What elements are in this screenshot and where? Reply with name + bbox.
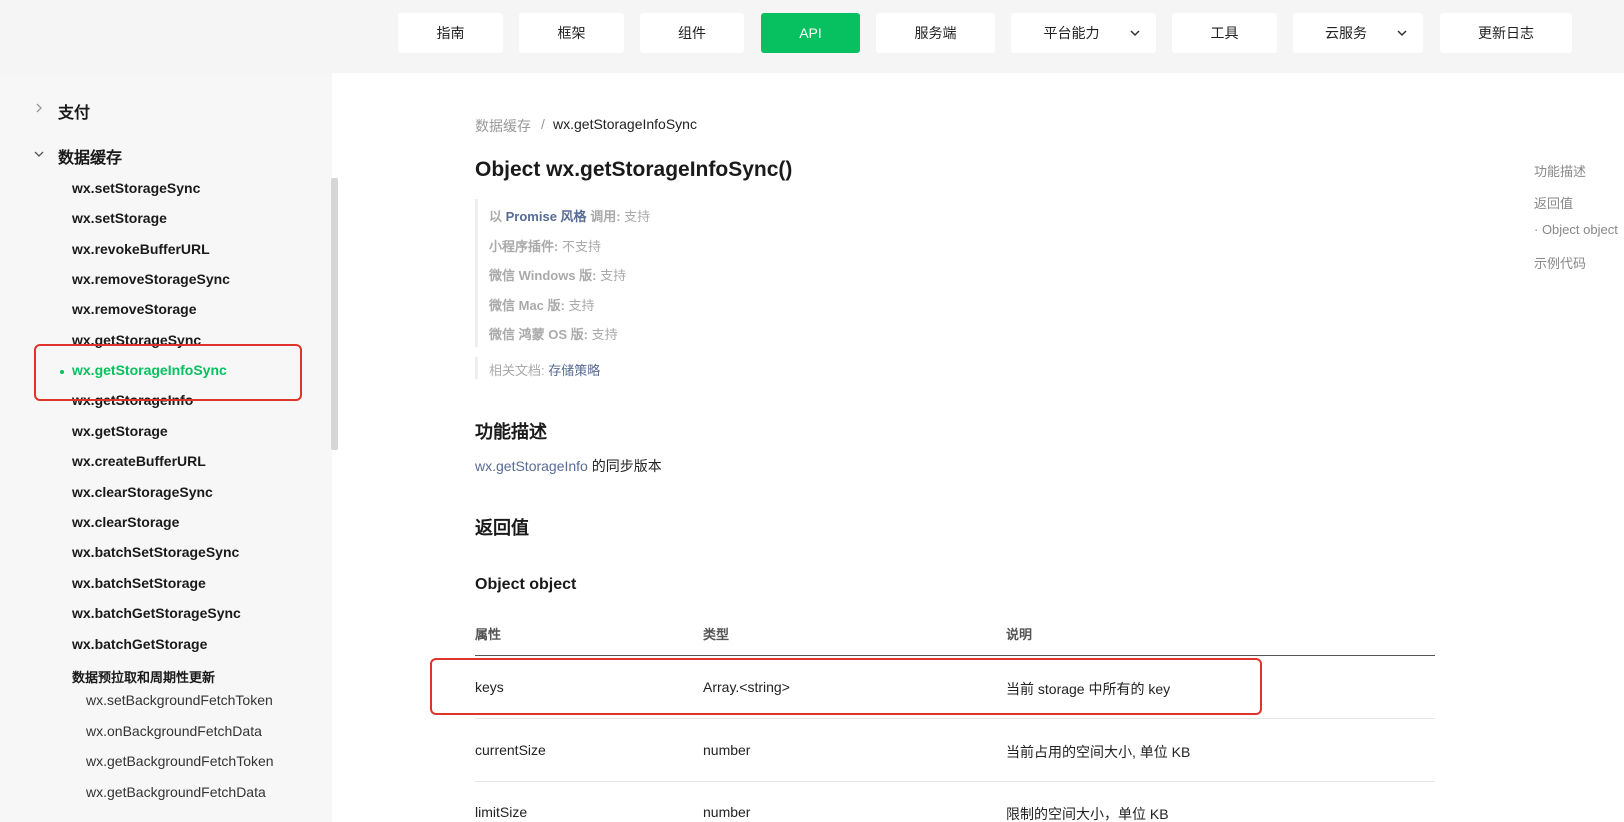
- nav-components[interactable]: 组件: [640, 13, 744, 53]
- support-windows: 微信 Windows 版: 支持: [489, 265, 626, 284]
- toc-item-example[interactable]: 示例代码: [1534, 253, 1586, 272]
- support-promise: 以 Promise 风格 调用: 支持: [489, 206, 650, 225]
- nav-cloud[interactable]: 云服务: [1293, 13, 1423, 53]
- sidebar-item-batchsetstorage[interactable]: wx.batchSetStorage: [72, 575, 206, 591]
- promise-style-link[interactable]: Promise 风格: [506, 209, 587, 224]
- support-promise-value: 支持: [624, 209, 651, 224]
- support-promise-suffix: 调用:: [590, 209, 621, 224]
- table-row-divider: [475, 781, 1435, 782]
- toc-item-return[interactable]: 返回值: [1534, 193, 1573, 212]
- sidebar-item-batchgetstorage[interactable]: wx.batchGetStorage: [72, 636, 207, 652]
- table-cell-type: number: [703, 742, 751, 758]
- breadcrumb-separator: /: [541, 116, 545, 132]
- nav-guide[interactable]: 指南: [398, 13, 503, 53]
- support-promise-prefix: 以: [489, 209, 503, 224]
- table-cell-type: number: [703, 804, 751, 820]
- related-quote-bar: [475, 357, 478, 379]
- sidebar-item-batchsetstoragesync[interactable]: wx.batchSetStorageSync: [72, 544, 239, 560]
- support-windows-label: 微信 Windows 版:: [489, 268, 597, 283]
- sidebar-subgroup-title[interactable]: 数据预拉取和周期性更新: [72, 667, 215, 686]
- top-nav: 指南 框架 组件 API 服务端 平台能力 工具 云服务 更新日志: [0, 0, 1624, 73]
- related-docs-label: 相关文档:: [489, 363, 545, 378]
- nav-cloud-label: 云服务: [1325, 25, 1367, 41]
- toc-item-object[interactable]: · Object object: [1534, 222, 1618, 237]
- sidebar-item-getstorage[interactable]: wx.getStorage: [72, 423, 168, 439]
- sidebar-item-setstoragesync[interactable]: wx.setStorageSync: [72, 180, 200, 196]
- sidebar-subitem-onbackgroundfetchdata[interactable]: wx.onBackgroundFetchData: [86, 723, 262, 739]
- sidebar-scrollbar[interactable]: [331, 178, 338, 450]
- support-harmony-value: 支持: [591, 327, 618, 342]
- chevron-down-icon: [1397, 30, 1407, 37]
- nav-framework[interactable]: 框架: [519, 13, 624, 53]
- toc-item-func[interactable]: 功能描述: [1534, 161, 1586, 180]
- func-heading: 功能描述: [475, 422, 547, 442]
- sidebar-item-removestoragesync[interactable]: wx.removeStorageSync: [72, 271, 230, 287]
- sidebar-item-clearstoragesync[interactable]: wx.clearStorageSync: [72, 484, 213, 500]
- support-harmony-label: 微信 鸿蒙 OS 版:: [489, 327, 588, 342]
- table-cell-name: limitSize: [475, 804, 528, 820]
- sidebar-subitem-setbackgroundfetchtoken[interactable]: wx.setBackgroundFetchToken: [86, 692, 273, 708]
- sidebar-section-pay[interactable]: 支付: [58, 99, 90, 123]
- sidebar-item-batchgetstoragesync[interactable]: wx.batchGetStorageSync: [72, 605, 241, 621]
- table-cell-name: currentSize: [475, 742, 546, 758]
- sidebar-item-createbufferurl[interactable]: wx.createBufferURL: [72, 453, 206, 469]
- func-text: 的同步版本: [591, 458, 662, 474]
- support-mac-label: 微信 Mac 版:: [489, 298, 565, 313]
- table-header-desc: 说明: [1006, 627, 1033, 642]
- nav-platform[interactable]: 平台能力: [1011, 13, 1156, 53]
- nav-api[interactable]: API: [761, 13, 860, 53]
- sidebar-item-clearstorage[interactable]: wx.clearStorage: [72, 514, 179, 530]
- chevron-right-icon: [36, 103, 42, 113]
- sidebar-subitem-getbackgroundfetchtoken[interactable]: wx.getBackgroundFetchToken: [86, 753, 274, 769]
- support-plugin-label: 小程序插件:: [489, 239, 559, 254]
- sidebar-item-setstorage[interactable]: wx.setStorage: [72, 210, 167, 226]
- nav-platform-label: 平台能力: [1043, 25, 1100, 41]
- sidebar-section-storage[interactable]: 数据缓存: [58, 144, 122, 168]
- chevron-down-icon: [1130, 30, 1140, 37]
- support-plugin-value: 不支持: [561, 239, 601, 254]
- support-mac-value: 支持: [568, 298, 595, 313]
- support-mac: 微信 Mac 版: 支持: [489, 295, 594, 314]
- page-title: Object wx.getStorageInfoSync(): [475, 158, 793, 181]
- highlight-box-table-row: [430, 658, 1262, 715]
- breadcrumb-current: wx.getStorageInfoSync: [553, 116, 697, 132]
- table-header-name: 属性: [475, 627, 502, 642]
- object-heading: Object object: [475, 576, 577, 593]
- table-cell-desc: 限制的空间大小，单位 KB: [1006, 806, 1169, 822]
- related-docs-link[interactable]: 存储策略: [548, 363, 600, 378]
- sidebar-item-revokebufferurl[interactable]: wx.revokeBufferURL: [72, 241, 210, 257]
- nav-changelog[interactable]: 更新日志: [1440, 13, 1572, 53]
- support-quote-bar: [475, 199, 478, 347]
- table-header-divider: [475, 655, 1435, 656]
- func-link[interactable]: wx.getStorageInfo: [475, 458, 588, 474]
- sidebar-subitem-getbackgroundfetchdata[interactable]: wx.getBackgroundFetchData: [86, 784, 266, 800]
- support-harmony: 微信 鸿蒙 OS 版: 支持: [489, 324, 618, 343]
- table-row-divider: [475, 718, 1435, 719]
- func-description: wx.getStorageInfo 的同步版本: [475, 456, 662, 476]
- breadcrumb-parent[interactable]: 数据缓存: [475, 116, 531, 136]
- highlight-box-sidebar: [34, 344, 302, 401]
- nav-server[interactable]: 服务端: [876, 13, 995, 53]
- return-heading: 返回值: [475, 518, 529, 538]
- sidebar-item-removestorage[interactable]: wx.removeStorage: [72, 301, 197, 317]
- chevron-down-icon: [34, 151, 44, 157]
- table-cell-desc: 当前占用的空间大小, 单位 KB: [1006, 744, 1191, 760]
- support-plugin: 小程序插件: 不支持: [489, 236, 601, 255]
- nav-tools[interactable]: 工具: [1172, 13, 1277, 53]
- support-windows-value: 支持: [600, 268, 627, 283]
- related-docs: 相关文档: 存储策略: [489, 360, 600, 379]
- table-header-type: 类型: [703, 627, 730, 642]
